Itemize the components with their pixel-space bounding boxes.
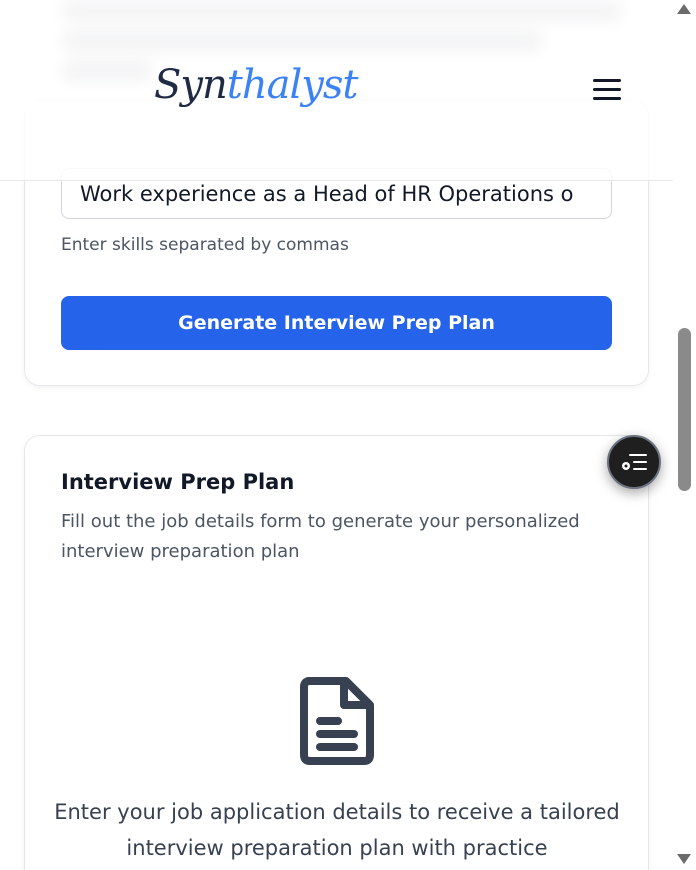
generate-plan-button[interactable]: Generate Interview Prep Plan <box>61 296 612 350</box>
scrollbar-thumb[interactable] <box>678 328 691 491</box>
logo-part-thalyst: thalyst <box>226 62 359 108</box>
floating-list-button[interactable] <box>607 435 661 489</box>
document-icon <box>300 677 374 765</box>
empty-state-message: Enter your job application details to re… <box>54 800 620 860</box>
logo-part-syn: Syn <box>154 62 228 108</box>
list-icon <box>622 454 647 470</box>
site-header: Synthalyst <box>0 0 673 181</box>
scroll-down-arrow-icon[interactable] <box>677 854 691 864</box>
prep-plan-description: Fill out the job details form to generat… <box>61 511 580 562</box>
skills-input-value: Work experience as a Head of HR Operatio… <box>80 181 574 206</box>
skills-hint: Enter skills separated by commas <box>61 235 349 255</box>
synthalyst-logo[interactable]: Synthalyst <box>154 62 359 108</box>
scroll-up-arrow-icon[interactable] <box>677 4 691 14</box>
prep-plan-title: Interview Prep Plan <box>61 470 295 494</box>
hamburger-menu-icon[interactable] <box>590 76 624 104</box>
